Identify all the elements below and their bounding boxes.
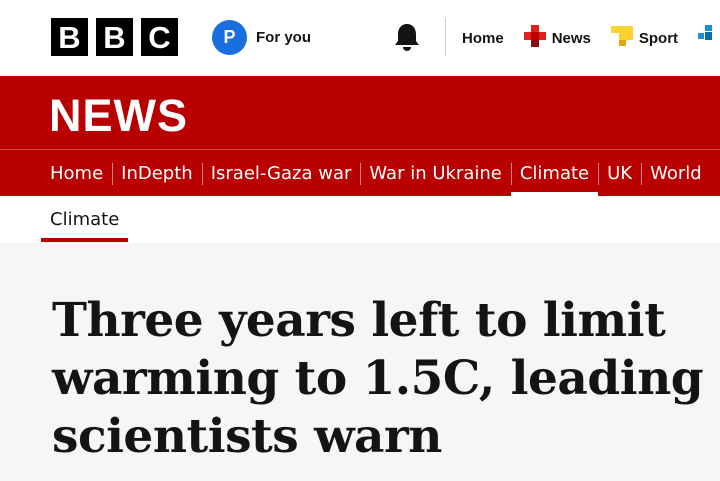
article-headline: Three years left to limit warming to 1.5… — [52, 293, 704, 464]
top-nav-weather[interactable] — [698, 25, 713, 51]
section-nav: Home InDepth Israel-Gaza war War in Ukra… — [41, 150, 711, 196]
sub-nav-climate[interactable]: Climate — [41, 196, 129, 242]
bbc-logo[interactable]: B B C — [51, 18, 178, 56]
sub-nav: Climate — [0, 196, 720, 242]
for-you-button[interactable]: P For you — [212, 20, 311, 55]
bbc-logo-block: C — [141, 18, 178, 56]
news-icon — [523, 25, 546, 51]
news-wordmark[interactable]: NEWS — [49, 90, 188, 142]
section-nav-home[interactable]: Home — [41, 150, 112, 196]
notifications-bell-icon[interactable] — [390, 20, 424, 54]
section-nav-indepth[interactable]: InDepth — [112, 150, 202, 196]
section-nav-war-in-ukraine[interactable]: War in Ukraine — [360, 150, 510, 196]
section-nav-israel-gaza-war[interactable]: Israel-Gaza war — [201, 150, 361, 196]
top-nav-news[interactable]: News — [523, 25, 591, 51]
top-bar: B B C P For you Home News Sport — [0, 0, 720, 76]
top-nav-label: News — [551, 29, 591, 47]
news-masthead: NEWS Home InDepth Israel-Gaza war War in… — [0, 76, 720, 196]
weather-icon — [698, 25, 713, 51]
top-nav: Home News Sport — [462, 0, 713, 76]
section-nav-climate[interactable]: Climate — [510, 150, 599, 196]
sport-icon — [610, 26, 633, 50]
top-nav-label: Home — [462, 29, 504, 47]
top-divider — [445, 18, 446, 56]
top-nav-label: Sport — [638, 29, 679, 47]
top-nav-sport[interactable]: Sport — [610, 26, 679, 50]
for-you-label: For you — [256, 29, 311, 46]
article: Three years left to limit warming to 1.5… — [0, 242, 720, 481]
section-nav-world[interactable]: World — [641, 150, 711, 196]
section-nav-uk[interactable]: UK — [598, 150, 641, 196]
top-nav-home[interactable]: Home — [462, 30, 504, 47]
bbc-logo-block: B — [96, 18, 133, 56]
avatar: P — [212, 20, 247, 55]
bbc-logo-block: B — [51, 18, 88, 56]
